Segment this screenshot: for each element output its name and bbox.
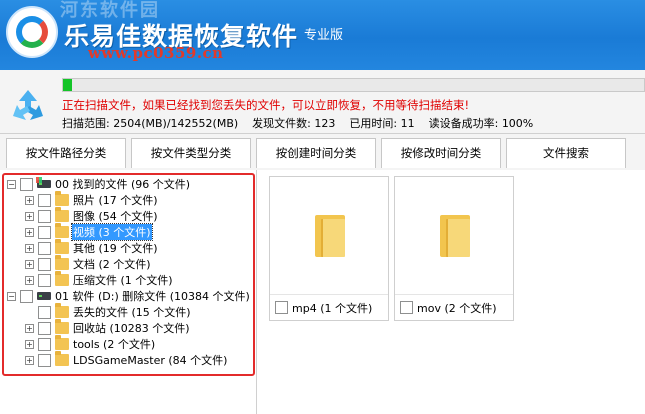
app-logo-icon bbox=[6, 6, 58, 58]
result-label: mp4 (1 个文件) bbox=[292, 301, 373, 315]
tree-checkbox[interactable] bbox=[38, 273, 51, 287]
elapsed-label: 已用时间: bbox=[349, 117, 398, 130]
tab-by-created-time[interactable]: 按创建时间分类 bbox=[256, 138, 376, 168]
tree-checkbox[interactable] bbox=[38, 337, 51, 351]
tree-item-photos[interactable]: + 照片 (17 个文件) bbox=[25, 191, 159, 208]
tree-group-found-files[interactable]: − 00 找到的文件 (96 个文件) bbox=[7, 176, 191, 192]
result-card-mov[interactable]: mov (2 个文件) bbox=[394, 176, 514, 321]
drive-icon bbox=[36, 177, 51, 190]
read-rate-label: 读设备成功率: bbox=[428, 117, 499, 130]
tree-item-label: 文档 (2 个文件) bbox=[73, 258, 151, 271]
folder-icon bbox=[55, 319, 69, 334]
expand-toggle-icon[interactable]: + bbox=[25, 227, 34, 237]
tab-by-modified-time[interactable]: 按修改时间分类 bbox=[381, 138, 501, 168]
file-tree-panel: − 00 找到的文件 (96 个文件) + 照片 (17 个文件) + 图像 (… bbox=[0, 170, 257, 414]
folder-icon bbox=[55, 303, 69, 318]
result-checkbox[interactable] bbox=[275, 301, 288, 314]
read-rate-value: 100% bbox=[501, 117, 534, 130]
folder-icon bbox=[55, 351, 69, 366]
tree-item-label: LDSGameMaster (84 个文件) bbox=[73, 354, 228, 367]
tree-checkbox[interactable] bbox=[38, 209, 51, 223]
scan-message: 正在扫描文件，如果已经找到您丢失的文件，可以立即恢复，不用等待扫描结束! bbox=[62, 98, 470, 112]
tree-checkbox[interactable] bbox=[20, 289, 33, 303]
folder-icon bbox=[55, 239, 69, 254]
tree-checkbox[interactable] bbox=[38, 225, 51, 239]
results-panel: mp4 (1 个文件) mov (2 个文件) bbox=[258, 170, 645, 414]
files-found-label: 发现文件数: bbox=[252, 117, 311, 130]
expand-toggle-icon[interactable]: + bbox=[25, 211, 34, 221]
folder-icon bbox=[440, 215, 470, 257]
tree-checkbox[interactable] bbox=[38, 305, 51, 319]
collapse-toggle-icon[interactable]: − bbox=[7, 291, 16, 301]
tree-item-documents[interactable]: + 文档 (2 个文件) bbox=[25, 255, 152, 272]
collapse-toggle-icon[interactable]: − bbox=[7, 179, 16, 189]
tree-item-lost-files[interactable]: 丢失的文件 (15 个文件) bbox=[25, 303, 192, 320]
tree-checkbox[interactable] bbox=[38, 193, 51, 207]
scan-range-value: 2504(MB)/142552(MB) bbox=[113, 117, 239, 130]
tree-item-label: tools (2 个文件) bbox=[73, 338, 156, 351]
folder-icon bbox=[315, 215, 345, 257]
category-tabs: 按文件路径分类 按文件类型分类 按创建时间分类 按修改时间分类 文件搜索 bbox=[0, 134, 645, 170]
expand-toggle-icon[interactable]: + bbox=[25, 259, 34, 269]
scan-status-panel: 正在扫描文件，如果已经找到您丢失的文件，可以立即恢复，不用等待扫描结束! 扫描范… bbox=[0, 70, 645, 134]
tab-file-search[interactable]: 文件搜索 bbox=[506, 138, 626, 168]
result-label: mov (2 个文件) bbox=[417, 301, 497, 315]
folder-icon bbox=[55, 271, 69, 286]
tree-item-tools[interactable]: + tools (2 个文件) bbox=[25, 335, 156, 352]
tree-item-images[interactable]: + 图像 (54 个文件) bbox=[25, 207, 159, 224]
scan-range-label: 扫描范围: bbox=[62, 117, 110, 130]
folder-icon bbox=[55, 223, 69, 238]
tab-by-type[interactable]: 按文件类型分类 bbox=[131, 138, 251, 168]
tree-group-deleted-files[interactable]: − 01 软件 (D:) 删除文件 (10384 个文件) bbox=[7, 288, 251, 304]
tree-item-label: 回收站 (10283 个文件) bbox=[73, 322, 190, 335]
tree-item-other[interactable]: + 其他 (19 个文件) bbox=[25, 239, 159, 256]
result-checkbox[interactable] bbox=[400, 301, 413, 314]
site-watermark: www.pc0359.cn bbox=[88, 44, 224, 62]
tree-checkbox[interactable] bbox=[38, 241, 51, 255]
tree-checkbox[interactable] bbox=[38, 353, 51, 367]
result-caption: mov (2 个文件) bbox=[395, 294, 513, 320]
expand-toggle-icon[interactable]: + bbox=[25, 195, 34, 205]
files-found-value: 123 bbox=[314, 117, 336, 130]
expand-toggle-icon[interactable]: + bbox=[25, 339, 34, 349]
tree-item-label: 其他 (19 个文件) bbox=[73, 242, 158, 255]
tree-group-label: 01 软件 (D:) 删除文件 (10384 个文件) bbox=[55, 290, 250, 303]
scan-stats: 扫描范围: 2504(MB)/142552(MB) 发现文件数: 123 已用时… bbox=[62, 115, 533, 131]
expand-toggle-icon[interactable]: + bbox=[25, 323, 34, 333]
tree-item-label: 图像 (54 个文件) bbox=[73, 210, 158, 223]
result-caption: mp4 (1 个文件) bbox=[270, 294, 388, 320]
tree-item-recycle-bin[interactable]: + 回收站 (10283 个文件) bbox=[25, 319, 191, 336]
app-edition: 专业版 bbox=[304, 28, 344, 43]
tree-item-ldsgamemaster[interactable]: + LDSGameMaster (84 个文件) bbox=[25, 351, 228, 368]
tree-item-archives[interactable]: + 压缩文件 (1 个文件) bbox=[25, 271, 174, 288]
expand-toggle-icon[interactable]: + bbox=[25, 355, 34, 365]
folder-icon bbox=[55, 335, 69, 350]
tab-by-path[interactable]: 按文件路径分类 bbox=[6, 138, 126, 168]
tree-item-label: 丢失的文件 (15 个文件) bbox=[73, 306, 191, 319]
tree-group-label: 00 找到的文件 (96 个文件) bbox=[55, 178, 191, 191]
expand-toggle-icon[interactable]: + bbox=[25, 243, 34, 253]
elapsed-value: 11 bbox=[400, 117, 415, 130]
recycle-icon bbox=[13, 90, 43, 120]
scan-progress-fill bbox=[63, 79, 73, 91]
folder-icon bbox=[55, 207, 69, 222]
tree-item-video[interactable]: + 视频 (3 个文件) bbox=[25, 223, 153, 241]
scan-progress-bar bbox=[62, 78, 645, 92]
tree-item-label-selected: 视频 (3 个文件) bbox=[71, 223, 153, 241]
drive-icon bbox=[37, 290, 51, 302]
folder-icon bbox=[55, 255, 69, 270]
expand-toggle-icon[interactable]: + bbox=[25, 275, 34, 285]
tree-checkbox[interactable] bbox=[20, 177, 33, 191]
tree-checkbox[interactable] bbox=[38, 321, 51, 335]
tree-checkbox[interactable] bbox=[38, 257, 51, 271]
tree-item-label: 压缩文件 (1 个文件) bbox=[73, 274, 173, 287]
tree-item-label: 照片 (17 个文件) bbox=[73, 194, 158, 207]
title-bar: 河东软件园 乐易佳数据恢复软件 专业版 www.pc0359.cn bbox=[0, 0, 645, 70]
result-card-mp4[interactable]: mp4 (1 个文件) bbox=[269, 176, 389, 321]
folder-icon bbox=[55, 191, 69, 206]
